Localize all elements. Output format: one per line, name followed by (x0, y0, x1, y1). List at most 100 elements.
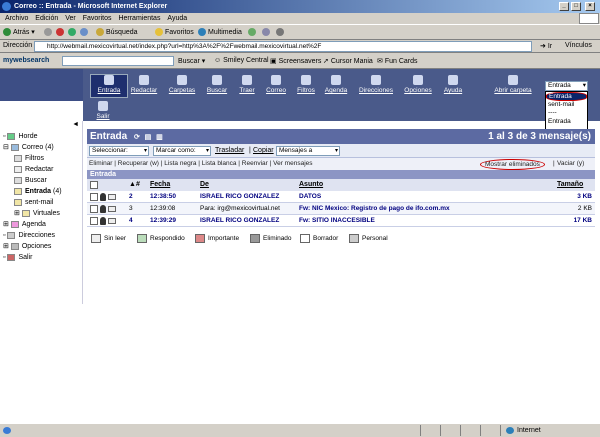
sidebar-collapse-icon[interactable]: ◄ (72, 121, 79, 128)
column-num[interactable]: ▲# (129, 179, 140, 191)
print-button[interactable] (276, 28, 286, 38)
folder-option[interactable]: sent-mail (546, 101, 587, 110)
column-size[interactable]: Tamaño (557, 179, 583, 191)
personal-icon (349, 234, 359, 243)
nav-carpetas[interactable]: Carpetas (163, 75, 201, 94)
address-input[interactable]: http://webmail.mexicovirtual.net/index.p… (34, 41, 532, 52)
folder-select[interactable]: Entrada ▾ (545, 81, 588, 91)
nav-abrir-carpeta[interactable]: Abrir carpeta (488, 75, 538, 94)
maximize-button[interactable]: □ (571, 2, 581, 11)
fun-cards-link[interactable]: ✉ Fun Cards (377, 57, 418, 65)
sidebar-item-sent-mail[interactable]: sent-mail (14, 197, 53, 208)
home-button[interactable] (80, 28, 90, 38)
mark-as-dropdown[interactable]: Marcar como: (153, 146, 211, 156)
mywebsearch-search-button[interactable]: Buscar ▾ (178, 57, 205, 65)
select-all-checkbox[interactable] (90, 181, 98, 189)
nav-salir[interactable]: Salir (84, 101, 122, 120)
cursor-mania-link[interactable]: ➚ Cursor Mania (323, 57, 373, 65)
legend-deleted: Eliminado (250, 234, 292, 244)
back-button[interactable]: Atrás ▾ (3, 28, 35, 38)
go-button[interactable]: ➜ Ir (540, 42, 552, 50)
forward-link[interactable]: Reenviar (242, 160, 268, 167)
nav-opciones[interactable]: Opciones (399, 75, 437, 94)
sidebar-item-buscar[interactable]: Buscar (14, 175, 47, 186)
sidebar-item-direcciones[interactable]: ▫ Direcciones (3, 230, 55, 241)
stop-button[interactable] (56, 28, 66, 38)
row-subject[interactable]: DATOS (299, 191, 321, 203)
row-checkbox[interactable] (90, 205, 98, 213)
sidebar-item-virtuales[interactable]: ⊞ Virtuales (14, 208, 60, 219)
nav-redactar[interactable]: Redactar (125, 75, 163, 94)
blacklist-link[interactable]: Lista negra (164, 160, 196, 167)
sidebar-item-salir[interactable]: ▫ Salir (3, 252, 32, 263)
row-from[interactable]: ISRAEL RICO GONZALEZ (200, 191, 279, 203)
sidebar-item-correo[interactable]: ⊟ Correo (4) (3, 142, 54, 153)
minimize-button[interactable]: _ (559, 2, 569, 11)
column-subject[interactable]: Asunto (299, 179, 323, 191)
view-messages-link[interactable]: Ver mensajes (273, 160, 312, 167)
search-button[interactable]: Búsqueda (96, 28, 138, 38)
menu-ver[interactable]: Ver (65, 15, 76, 22)
smiley-central-link[interactable]: ☺ Smiley Central (214, 57, 269, 64)
folder-option[interactable]: Entrada (546, 118, 587, 127)
favorites-button[interactable]: Favoritos (155, 28, 194, 38)
select-dropdown[interactable]: Seleccionar: (89, 146, 149, 156)
row-checkbox[interactable] (90, 193, 98, 201)
table-row[interactable]: 4 12:39:29 ISRAEL RICO GONZALEZ Fw: SITI… (87, 215, 595, 227)
sidebar-item-opciones[interactable]: ⊞ Opciones (3, 241, 51, 252)
column-from[interactable]: De (200, 179, 209, 191)
column-date[interactable]: Fecha (150, 179, 170, 191)
messages-to-dropdown[interactable]: Mensajes a (276, 146, 340, 156)
nav-entrada[interactable]: Entrada (90, 74, 128, 98)
copy-button[interactable]: Copiar (253, 147, 274, 154)
whitelist-link[interactable]: Lista blanca (202, 160, 237, 167)
refresh-button[interactable] (68, 28, 78, 38)
search-icon (14, 176, 22, 184)
mail-button[interactable] (262, 28, 272, 38)
table-row[interactable]: 3 12:39:08 Para: irg@mexicovirtual.net F… (87, 203, 595, 215)
nav-direcciones[interactable]: Direcciones (357, 75, 395, 94)
menu-archivo[interactable]: Archivo (5, 15, 28, 22)
history-icon (248, 28, 256, 37)
row-subject[interactable]: Fw: SITIO INACCESIBLE (299, 215, 375, 227)
refresh-icon[interactable]: ⟳ (134, 134, 140, 141)
row-date: 12:39:29 (150, 217, 177, 224)
mywebsearch-input[interactable] (62, 56, 174, 66)
folder-option[interactable]: ---- (546, 109, 587, 118)
row-subject[interactable]: Fw: NIC Mexico: Registro de pago de ifo.… (299, 203, 450, 215)
menu-ayuda[interactable]: Ayuda (167, 15, 187, 22)
mailbox-controls: Seleccionar: Marcar como: Trasladar | Co… (87, 144, 595, 158)
folder-option[interactable]: Entrada (546, 92, 587, 101)
forward-button[interactable] (44, 28, 54, 38)
sidebar-item-entrada[interactable]: Entrada (4) (14, 186, 62, 197)
undelete-link[interactable]: Recuperar (w) (118, 160, 159, 167)
print-icon[interactable]: ▤ (145, 134, 152, 141)
sidebar-item-horde[interactable]: ▫ Horde (3, 131, 38, 142)
folder-icon (14, 198, 22, 206)
sidebar-item-agenda[interactable]: ⊞ Agenda (3, 219, 46, 230)
sidebar-item-filtros[interactable]: Filtros (14, 153, 44, 164)
menu-edicion[interactable]: Edición (35, 15, 58, 22)
move-button[interactable]: Trasladar (215, 147, 244, 154)
links-label[interactable]: Vínculos (565, 42, 592, 49)
show-deleted-link[interactable]: Mostrar eliminados (480, 159, 545, 170)
close-button[interactable]: × (585, 2, 595, 11)
history-button[interactable] (248, 28, 258, 38)
deleted-icon (250, 234, 260, 243)
nav-ayuda[interactable]: Ayuda (434, 75, 472, 94)
empty-icon[interactable]: ▥ (156, 134, 163, 141)
menu-herramientas[interactable]: Herramientas (118, 15, 160, 22)
screensavers-link[interactable]: ▣ Screensavers (270, 57, 321, 65)
nav-agenda[interactable]: Agenda (317, 75, 355, 94)
purge-link[interactable]: Vaciar (y) (557, 158, 584, 170)
sidebar-item-redactar[interactable]: Redactar (14, 164, 53, 175)
row-from[interactable]: ISRAEL RICO GONZALEZ (200, 215, 279, 227)
delete-link[interactable]: Eliminar (89, 160, 112, 167)
table-row[interactable]: 2 12:38:50 ISRAEL RICO GONZALEZ DATOS 3 … (87, 191, 595, 203)
row-from[interactable]: Para: irg@mexicovirtual.net (200, 203, 280, 215)
compose-icon (14, 165, 22, 173)
menu-favoritos[interactable]: Favoritos (83, 15, 112, 22)
legend-draft: Borrador (300, 234, 338, 244)
row-checkbox[interactable] (90, 217, 98, 225)
multimedia-button[interactable]: Multimedia (198, 28, 242, 38)
